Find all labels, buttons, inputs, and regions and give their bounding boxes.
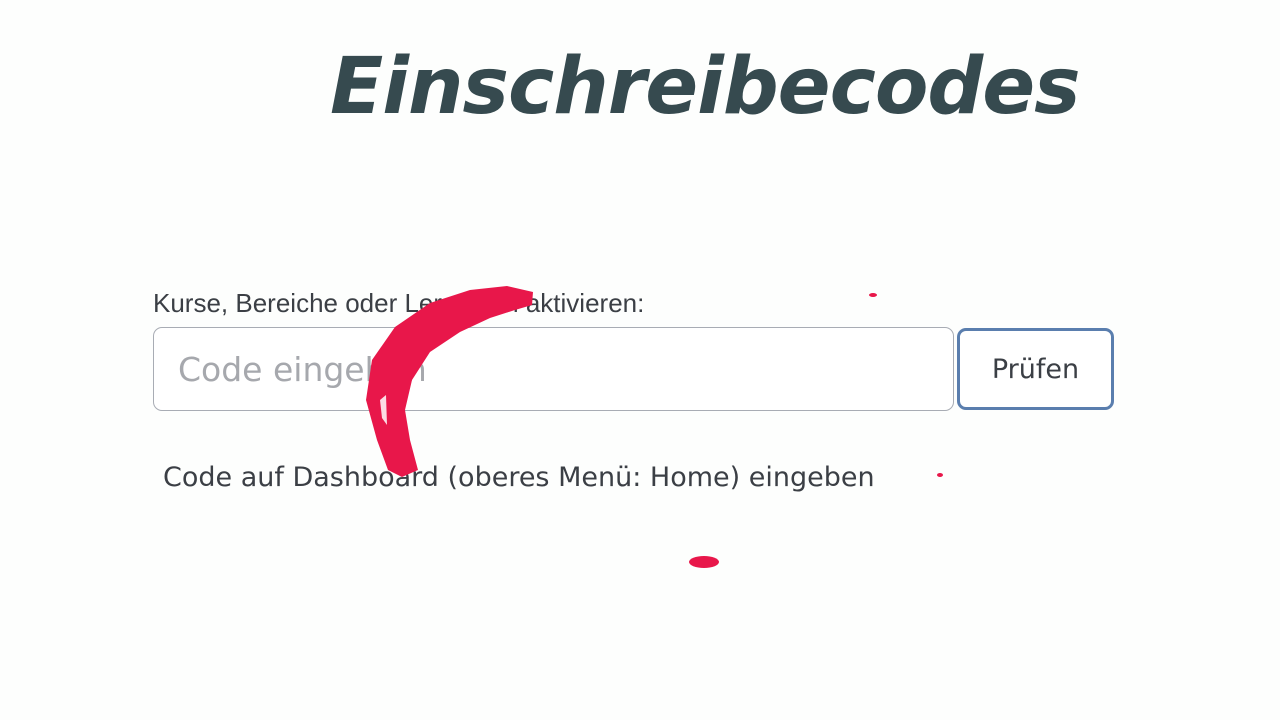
code-field-label: Kurse, Bereiche oder Lernmittel aktivier… — [153, 288, 645, 318]
hint-text: Code auf Dashboard (oberes Menü: Home) e… — [163, 462, 875, 493]
page-title: Einschreibecodes — [330, 42, 1081, 132]
dot-mark — [937, 473, 943, 477]
dot-mark — [869, 293, 877, 297]
check-button[interactable]: Prüfen — [957, 328, 1114, 410]
code-input[interactable] — [153, 327, 954, 411]
dot-mark — [689, 556, 719, 568]
